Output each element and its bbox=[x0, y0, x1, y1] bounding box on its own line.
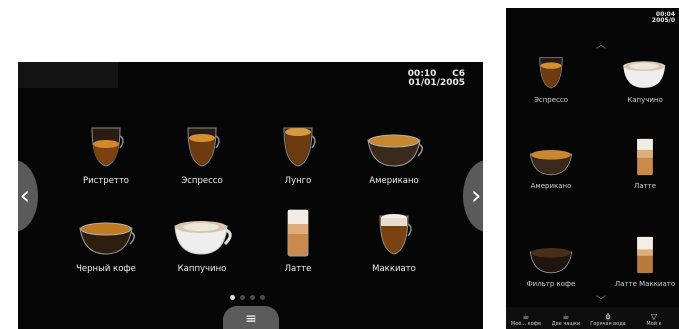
espresso-glass-icon bbox=[258, 116, 338, 170]
drink-label: Маккиато bbox=[372, 264, 416, 274]
page-dot-active[interactable] bbox=[230, 295, 235, 300]
bottom-label: Мой к bbox=[646, 321, 662, 327]
drink-americano[interactable]: Американо bbox=[354, 116, 434, 186]
hot-water-button[interactable]: ϕ Горячая вода bbox=[586, 312, 630, 327]
drink-americano[interactable]: Американо bbox=[512, 132, 590, 190]
drink-label: Латте bbox=[284, 264, 312, 274]
page-dot[interactable] bbox=[240, 295, 245, 300]
drink-label: Фильтр кофе bbox=[526, 280, 576, 288]
drink-espresso[interactable]: Эспрессо bbox=[512, 46, 590, 104]
next-page-button[interactable]: › bbox=[463, 160, 483, 232]
two-cups-button[interactable]: ☕ Две чашки bbox=[546, 312, 586, 327]
drink-label: Латте bbox=[633, 182, 656, 190]
chevron-left-icon: ‹ bbox=[19, 181, 30, 211]
date-text: 01/01/2005 bbox=[408, 78, 465, 89]
drink-label: Ристретто bbox=[82, 176, 129, 186]
bottom-label: Горячая вода bbox=[590, 321, 626, 327]
drink-black-coffee[interactable]: Черный кофе bbox=[66, 204, 146, 274]
water-icon: ϕ bbox=[605, 312, 611, 321]
drink-ristretto[interactable]: Ристретто bbox=[66, 116, 146, 186]
wide-cup-icon bbox=[66, 204, 146, 258]
drink-label: Каппучино bbox=[177, 264, 227, 274]
drink-cappuccino[interactable]: Капучино bbox=[606, 46, 679, 104]
page-dot[interactable] bbox=[260, 295, 265, 300]
scroll-up-button[interactable]: ︿ bbox=[596, 36, 606, 51]
bottom-label: Моё... кофе bbox=[510, 321, 542, 327]
chevron-down-icon: ﹀ bbox=[596, 296, 606, 307]
drink-label: Эспрессо bbox=[533, 96, 569, 104]
cup-icon: ☕ bbox=[522, 312, 530, 321]
page-indicator bbox=[230, 295, 265, 300]
espresso-glass-icon bbox=[512, 46, 590, 92]
chevron-up-icon: ︿ bbox=[596, 40, 606, 51]
drink-filter-coffee[interactable]: Фильтр кофе bbox=[512, 230, 590, 288]
bottom-label: Две чашки bbox=[551, 321, 581, 327]
espresso-glass-icon bbox=[162, 116, 242, 170]
cappuccino-cup-icon bbox=[162, 204, 242, 258]
drink-cappuccino[interactable]: Каппучино bbox=[162, 204, 242, 274]
cappuccino-cup-icon bbox=[606, 46, 679, 92]
previous-page-button[interactable]: ‹ bbox=[18, 160, 38, 232]
drink-label: Лунго bbox=[284, 176, 312, 186]
espresso-glass-icon bbox=[66, 116, 146, 170]
top-bar bbox=[18, 62, 118, 88]
wide-cup-icon bbox=[512, 132, 590, 178]
secondary-screen: 00:04 2005/0 ︿ Эспрессо Капучино Америка… bbox=[506, 8, 679, 329]
drink-label: Американо bbox=[369, 176, 419, 186]
chevron-right-icon: › bbox=[471, 181, 482, 211]
page-dot[interactable] bbox=[250, 295, 255, 300]
drink-label: Капучино bbox=[627, 96, 663, 104]
date-text: 2005/0 bbox=[651, 17, 675, 25]
latte-glass-icon bbox=[606, 230, 679, 276]
drink-latte[interactable]: Латте bbox=[258, 204, 338, 274]
drink-label: Эспрессо bbox=[181, 176, 223, 186]
latte-glass-icon bbox=[606, 132, 679, 178]
menu-button[interactable]: ≡ bbox=[223, 306, 279, 329]
status-clock: 00:04 2005/0 bbox=[651, 11, 675, 25]
drink-label: Черный кофе bbox=[76, 264, 136, 274]
drink-latte-macchiato[interactable]: Латте Маккиато bbox=[606, 230, 679, 288]
drink-latte[interactable]: Латте bbox=[606, 132, 679, 190]
bottom-bar: ☕ Моё... кофе ☕ Две чашки ϕ Горячая вода… bbox=[506, 307, 679, 329]
filter-cup-icon bbox=[512, 230, 590, 276]
my-coffee-button-2[interactable]: ▽ Мой к bbox=[632, 312, 676, 327]
main-screen: 00:10 C6 01/01/2005 ‹ › Ристретто Эспрес… bbox=[18, 62, 483, 329]
my-coffee-button[interactable]: ☕ Моё... кофе bbox=[506, 312, 546, 327]
two-cups-icon: ☕ bbox=[562, 312, 570, 321]
drink-lungo[interactable]: Лунго bbox=[258, 116, 338, 186]
latte-glass-icon bbox=[258, 204, 338, 258]
hamburger-menu-icon: ≡ bbox=[245, 311, 257, 327]
drink-label: Американо bbox=[530, 182, 572, 190]
my-coffee-icon: ▽ bbox=[650, 312, 658, 321]
scroll-down-button[interactable]: ﹀ bbox=[596, 292, 606, 307]
wide-cup-icon bbox=[354, 116, 434, 170]
macchiato-glass-icon bbox=[354, 204, 434, 258]
drink-espresso[interactable]: Эспрессо bbox=[162, 116, 242, 186]
status-clock: 00:10 C6 01/01/2005 bbox=[408, 69, 465, 89]
drink-label: Латте Маккиато bbox=[614, 280, 676, 288]
drink-macchiato[interactable]: Маккиато bbox=[354, 204, 434, 274]
